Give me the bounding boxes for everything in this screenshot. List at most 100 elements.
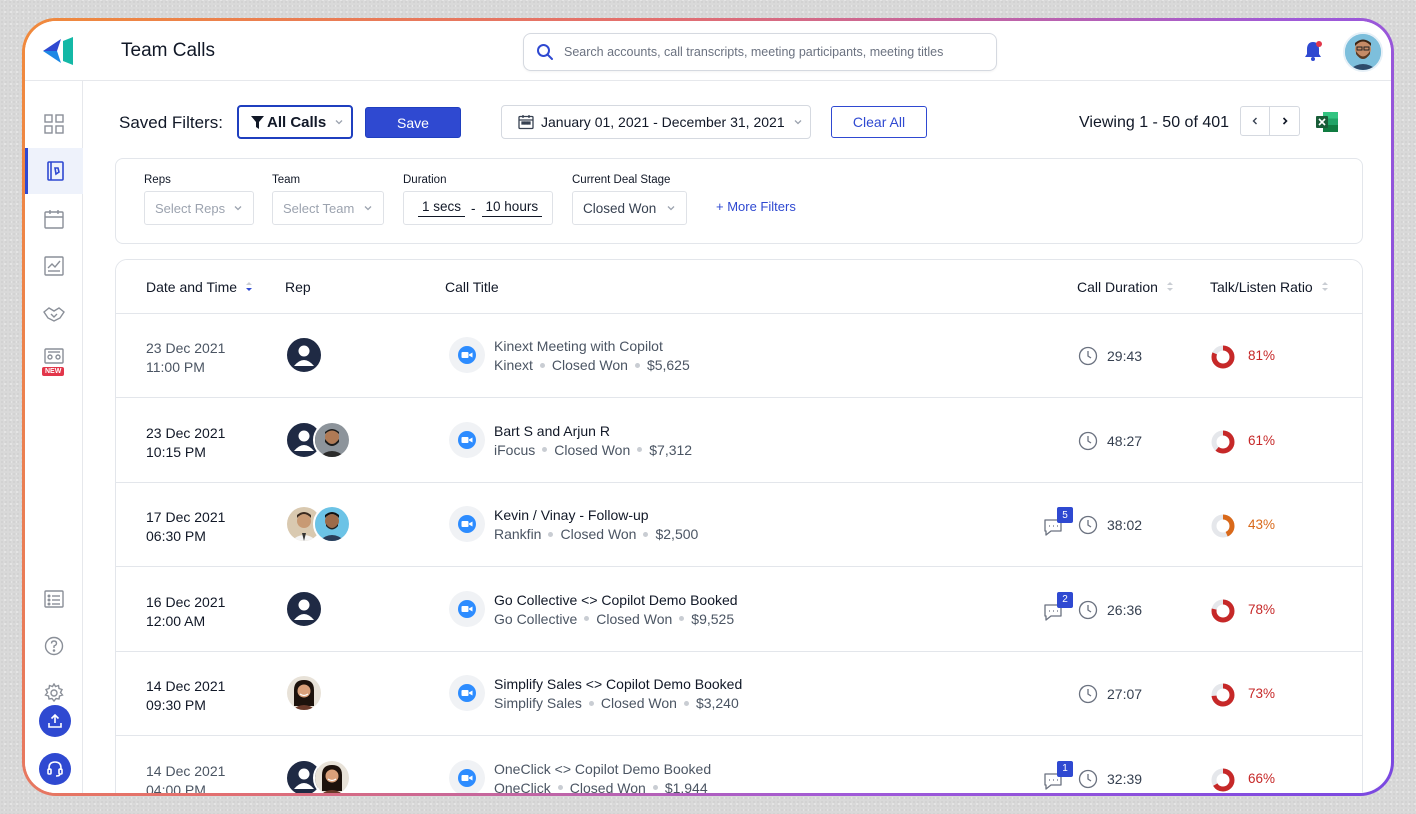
clock-icon-wrap: [1078, 684, 1098, 709]
rep-avatars: [285, 674, 323, 712]
talk-listen-ratio: 81%: [1248, 348, 1276, 363]
sidebar-item-reports[interactable]: [25, 243, 83, 289]
search-input[interactable]: [564, 45, 984, 59]
rep-avatar[interactable]: [285, 589, 323, 628]
sidebar-item-calls[interactable]: [25, 148, 83, 194]
separator-dot: [542, 447, 548, 452]
call-meta: Go Collective Closed Won $9,525: [494, 611, 734, 627]
comments-button[interactable]: 1: [1042, 760, 1073, 793]
call-date: 16 Dec 2021: [146, 593, 226, 610]
chat-widget-button[interactable]: [1375, 777, 1391, 793]
upload-button[interactable]: [39, 705, 71, 737]
comments-button[interactable]: 2: [1042, 591, 1073, 624]
team-filter-select[interactable]: Select Team: [272, 191, 384, 225]
zoom-meeting-badge: [449, 421, 485, 458]
chevron-right-icon: [1282, 117, 1288, 125]
call-title[interactable]: Simplify Sales <> Copilot Demo Booked: [494, 676, 742, 692]
call-deal-stage: Closed Won: [600, 695, 677, 711]
search-bar[interactable]: [523, 33, 997, 71]
deal-stage-value: Closed Won: [583, 200, 657, 216]
saved-filter-dropdown[interactable]: All Calls: [237, 105, 353, 139]
call-company: Simplify Sales: [494, 695, 582, 711]
duration-separator: -: [471, 200, 476, 216]
column-rep-label: Rep: [285, 279, 311, 295]
more-filters-link[interactable]: + More Filters: [716, 199, 796, 214]
calendar-icon: [518, 115, 534, 130]
sidebar-item-calendar[interactable]: [25, 196, 83, 242]
duration-min-input[interactable]: 1 secs: [418, 199, 466, 217]
zoom-meeting-badge: [449, 506, 485, 542]
column-talk-listen[interactable]: Talk/Listen Ratio: [1210, 279, 1330, 295]
comments-button[interactable]: 5: [1042, 507, 1073, 539]
save-button[interactable]: Save: [365, 107, 461, 138]
column-call-duration[interactable]: Call Duration: [1077, 279, 1175, 295]
zoom-icon: [458, 684, 476, 702]
help-icon: [44, 636, 64, 656]
call-amount: $9,525: [691, 610, 735, 627]
column-call-duration-label: Call Duration: [1077, 279, 1158, 295]
column-call-title: Call Title: [445, 279, 499, 295]
column-call-title-label: Call Title: [445, 279, 499, 295]
sort-desc-icon: [246, 282, 253, 291]
app-logo[interactable]: [39, 35, 79, 67]
talk-listen-donut-chart: [1211, 768, 1235, 791]
reps-filter-select[interactable]: Select Reps: [144, 191, 254, 225]
clear-all-button[interactable]: Clear All: [831, 106, 927, 138]
sort-icon: [1321, 282, 1328, 291]
call-deal-stage: Closed Won: [554, 441, 631, 458]
rep-avatar[interactable]: [285, 674, 323, 712]
column-date-time[interactable]: Date and Time: [146, 279, 254, 295]
call-title[interactable]: Bart S and Arjun R: [494, 423, 610, 439]
duration-max-input[interactable]: 10 hours: [481, 199, 543, 217]
talk-listen-ratio: 73%: [1248, 686, 1276, 701]
rep-avatar[interactable]: [285, 336, 323, 374]
sidebar-item-dashboard[interactable]: [25, 101, 83, 147]
excel-export-icon[interactable]: [1315, 111, 1339, 133]
notification-bell-icon[interactable]: [1301, 39, 1325, 63]
table-row[interactable]: 23 Dec 2021 10:15 PM Bart S and Arjun R iFo…: [116, 399, 1362, 483]
talk-listen-donut-chart: [1211, 683, 1235, 707]
call-meta: OneClick Closed Won $1,944: [494, 780, 708, 794]
date-range-value: January 01, 2021 - December 31, 2021: [541, 114, 785, 130]
support-button[interactable]: [39, 753, 71, 785]
user-avatar[interactable]: [1343, 32, 1383, 72]
deal-stage-filter-label: Current Deal Stage: [572, 174, 671, 186]
sidebar-item-help[interactable]: [25, 623, 83, 669]
call-meta: Kinext Closed Won $5,625: [494, 357, 690, 373]
table-row[interactable]: 14 Dec 2021 09:30 PM Simplify Sales <> Cop…: [116, 652, 1362, 736]
call-title[interactable]: OneClick <> Copilot Demo Booked: [494, 761, 711, 777]
rep-avatar[interactable]: [313, 505, 351, 543]
main-content: Saved Filters: All Calls Save January 01…: [83, 81, 1391, 793]
call-company: iFocus: [494, 441, 536, 458]
chevron-down-icon: [364, 206, 372, 211]
call-title[interactable]: Go Collective <> Copilot Demo Booked: [494, 592, 738, 608]
chevron-left-icon: [1252, 117, 1257, 125]
separator-dot: [679, 616, 685, 621]
table-row[interactable]: 14 Dec 2021 04:00 PM OneClick <> Copilot D…: [116, 737, 1362, 794]
rep-avatars: [285, 420, 351, 459]
sidebar-item-list[interactable]: [25, 576, 83, 622]
call-title[interactable]: Kevin / Vinay - Follow-up: [494, 507, 649, 523]
call-time: 06:30 PM: [146, 528, 206, 544]
zoom-meeting-badge: [449, 675, 485, 711]
column-date-time-label: Date and Time: [146, 279, 238, 295]
sort-icon: [1166, 282, 1173, 291]
deal-stage-filter-select[interactable]: Closed Won: [572, 191, 687, 225]
table-row[interactable]: 17 Dec 2021 06:30 PM Kevin / Vinay - Follo…: [116, 483, 1362, 567]
next-page-button[interactable]: [1270, 106, 1300, 136]
talk-listen-ratio: 66%: [1248, 770, 1276, 786]
clock-icon: [1078, 346, 1098, 366]
table-row[interactable]: 16 Dec 2021 12:00 AM Go Collective <> Copi…: [116, 568, 1362, 652]
rep-avatar[interactable]: [313, 420, 351, 459]
call-time: 04:00 PM: [146, 781, 206, 794]
page-title: Team Calls: [121, 40, 215, 61]
call-date-time: 14 Dec 2021 09:30 PM: [146, 677, 225, 715]
previous-page-button[interactable]: [1240, 106, 1270, 136]
call-time: 11:00 PM: [146, 359, 205, 375]
clock-icon-wrap: [1078, 600, 1098, 625]
table-row[interactable]: 23 Dec 2021 11:00 PM Kinext Meeting with C…: [116, 314, 1362, 398]
sidebar-item-deals[interactable]: [25, 291, 83, 337]
call-title[interactable]: Kinext Meeting with Copilot: [494, 338, 663, 354]
date-range-picker[interactable]: January 01, 2021 - December 31, 2021: [501, 105, 811, 139]
rep-avatar[interactable]: [313, 758, 351, 793]
